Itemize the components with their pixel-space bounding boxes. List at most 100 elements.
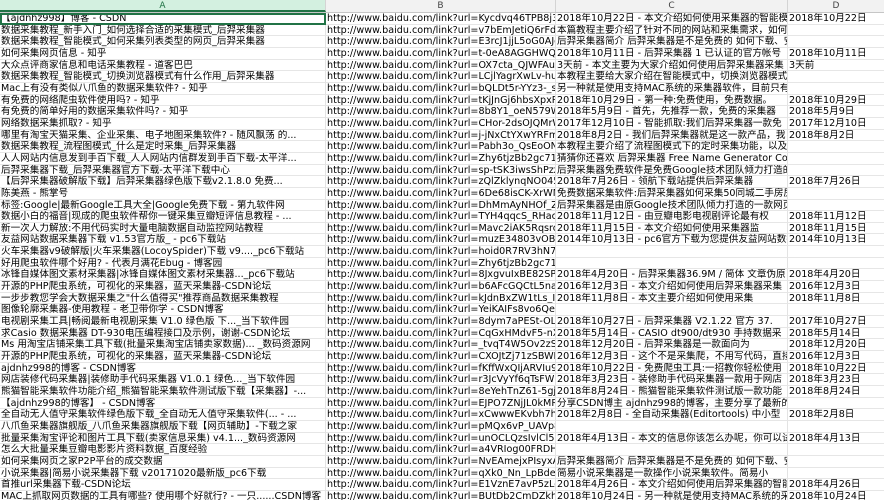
cell-date[interactable]: 2018年4月20日 (788, 269, 884, 282)
cell-title[interactable]: 人人网站内信息发到手百下载_人人网站内信群发到手百下载-太平洋... (0, 152, 326, 165)
cell-date[interactable] (788, 444, 884, 456)
cell-date[interactable] (788, 456, 884, 468)
cell-snippet[interactable]: 2018年11月12日 - 由豆瓣电影电视剧评论最有权 (556, 211, 788, 223)
cell-date[interactable]: 2018年10月29日 (788, 95, 884, 107)
cell-url[interactable]: http://www.baidu.com/link?url=r3JcVyYf6q… (326, 374, 556, 386)
cell-url[interactable]: http://www.baidu.com/link?url=v7bEmJetiQ… (326, 24, 556, 37)
cell-snippet[interactable]: 免费数据采集软件:后羿采集器如何采集50同城二手房房源 (556, 187, 788, 200)
cell-url[interactable]: http://www.baidu.com/link?url=CHor-2dsOJ… (326, 117, 556, 130)
cell-title[interactable]: 标签:Google|最新Google工具大全|Google免费下载 - 第九软件… (0, 199, 326, 212)
cell-date[interactable]: 2018年10月11日 (788, 48, 884, 60)
cell-date[interactable] (788, 83, 884, 95)
cell-snippet[interactable]: 2018年10月24日 - 另一种就是使用支持MAC系统的采集 (556, 490, 788, 500)
cell-url[interactable]: http://www.baidu.com/link?url=zQlZklynqN… (326, 176, 556, 188)
cell-title[interactable]: 求Casio 数据采集器 DT-930电压编程接口及示例，谢谢-CSDN论坛 (0, 327, 326, 340)
cell-url[interactable]: http://www.baidu.com/link?url=j-jNxCtYXw… (326, 129, 556, 142)
cell-url[interactable]: http://www.baidu.com/link?url=8b8Y1_oeN5… (326, 106, 556, 118)
cell-title[interactable]: 网店装修代码采集器|装修助手代码采集器 V1.0.1 绿色..._当下软件园 (0, 374, 326, 386)
cell-snippet[interactable]: 2018年3月23日 - 装修助手代码采集器一款用于网店 (556, 374, 788, 386)
cell-title[interactable]: 【ajdnhz998的博客】 - CSDN博客 (0, 397, 326, 410)
cell-date[interactable]: 2018年11月15日 (788, 223, 884, 235)
cell-url[interactable]: http://www.baidu.com/link?url=bQLDt5r-YY… (326, 82, 556, 95)
cell-title[interactable]: Ms 用淘宝店铺采集工具下载(批量采集淘宝店铺卖家数据)... _数码资源网 (0, 339, 326, 352)
cell-url[interactable]: http://www.baidu.com/link?url=a4VRIog00F… (326, 444, 556, 456)
cell-snippet[interactable]: 后羿采集器是由原Google技术团队倾力打造的一款网页数 (556, 199, 788, 212)
cell-title[interactable]: 后羿采集器下载_后羿采集器官方下载-太平洋下载中心 (0, 164, 326, 177)
column-header-d[interactable]: D (788, 0, 884, 12)
cell-url[interactable]: http://www.baidu.com/link?url=6De68isCK-… (326, 187, 556, 200)
cell-date[interactable] (788, 200, 884, 212)
column-header-b[interactable]: B (326, 0, 556, 12)
cell-date[interactable]: 2018年5月14日 (788, 328, 884, 340)
cell-title[interactable]: 图像轮廓采集器-使用教程 - 老卫带你学 - CSDN博客 (0, 304, 326, 317)
cell-url[interactable]: http://www.baidu.com/link?url=pMQx6vP_UA… (326, 420, 556, 433)
cell-snippet[interactable]: 2018年12月20日 - 后羿采集器是一款面向为 (556, 339, 788, 352)
cell-snippet[interactable]: 2016年12月3日 - 本文介绍如何使用后羿采集器采集 (556, 281, 788, 293)
cell-snippet[interactable]: 2018年11月8日 - 本文主要介绍如何使用采集 (556, 292, 788, 305)
cell-title[interactable]: 如何采集网页信息 - 知乎 (0, 47, 326, 60)
cell-snippet[interactable]: 2018年8月24日 - 熊猫智能采集软件测试版一款功能 (556, 386, 788, 398)
cell-snippet[interactable]: 本教程主要给大家介绍在智能模式中，切换浏览器模式的 (556, 71, 788, 83)
cell-url[interactable]: http://www.baidu.com/link?url=b6AFcGQCtL… (326, 281, 556, 293)
cell-snippet[interactable]: 后羿采集器简介 后羿采集器是不是免费的 如何下载、安 (556, 36, 788, 48)
cell-date[interactable]: 2018年8月2日 (788, 130, 884, 142)
cell-date[interactable] (788, 304, 884, 317)
cell-title[interactable]: 【后羿采集器破解版下载】后羿采集器绿色版下载v2.1.8.0 免费... (0, 176, 326, 188)
cell-snippet[interactable]: 猜猜你还喜欢 后羿采集器 Free Name Generator Co (556, 152, 788, 165)
cell-title[interactable]: 全自动无人值守采集软件绿色版下载_全自动无人值守采集软件(... - ... (0, 409, 326, 421)
cell-date[interactable] (788, 153, 884, 165)
cell-title[interactable]: 数据采集教程_流程图模式_什么是定时采集_后羿采集器 (0, 141, 326, 153)
cell-url[interactable]: http://www.baidu.com/link?url=muzE34803v… (326, 234, 556, 247)
cell-date[interactable] (788, 25, 884, 37)
cell-url[interactable]: http://www.baidu.com/link?url=_tvqT4W5Ov… (326, 339, 556, 352)
cell-snippet[interactable]: 2018年10月29日 - 第一种:免费使用，免费数据。 (556, 94, 788, 107)
cell-title[interactable]: 陈美燕 - 熊掌号 (0, 187, 326, 200)
cell-date[interactable]: 2018年10月22日 (788, 363, 884, 375)
cell-date[interactable]: 2018年2月8日 (788, 409, 884, 421)
cell-title[interactable]: 开源的PHP爬虫系统，可视化的采集器，蓝天采集器-CSDN论坛 (0, 351, 326, 363)
cell-date[interactable]: 2018年12月20日 (788, 339, 884, 352)
cell-title[interactable]: 友益网站数据采集器下载 v1.53官方版_ - pc6下载站 (0, 234, 326, 247)
cell-date[interactable]: 2018年11月8日 (788, 293, 884, 305)
cell-title[interactable]: 火车采集器v9破解版|火车采集器(LocoySpider)下载 v9...._p… (0, 246, 326, 258)
cell-title[interactable]: 电视剧采集工具|畅阅最新电视剧采集 V1.0 绿色版 下..._当下软件园 (0, 316, 326, 328)
cell-title[interactable]: 如何采集网页之家P2P平台的成交数据 (0, 455, 326, 468)
column-header-c[interactable]: C (556, 0, 788, 12)
cell-title[interactable]: 小说采集器|简易小说采集器下载 v20171020最新版_pc6下载 (0, 467, 326, 480)
cell-url[interactable]: http://www.baidu.com/link?url=qXk0_Nn_Lp… (326, 467, 556, 480)
cell-url[interactable]: http://www.baidu.com/link?url=DhMmAyNHOf… (326, 199, 556, 212)
cell-snippet[interactable]: 2018年5月9日 - 首先，先推荐一款，免费的采集器 (556, 106, 788, 118)
cell-date[interactable]: 2018年4月13日 (788, 433, 884, 445)
cell-date[interactable]: 2016年12月3日 (788, 281, 884, 293)
cell-snippet[interactable]: 3天前 - 本文主要为大家介绍如何使用后羿采集器采集 (556, 59, 788, 72)
cell-snippet[interactable]: 后羿采集器简介 后羿采集器是不是免费的 如何下载、安 (556, 455, 788, 468)
cell-date[interactable]: 2018年5月9日 (788, 106, 884, 118)
cell-snippet[interactable]: 2018年10月11日 - 后羿采集器 1 已认证的官方帐号 (556, 47, 788, 60)
cell-url[interactable]: http://www.baidu.com/link?url=hoid0R7RV3… (326, 246, 556, 258)
cell-snippet[interactable]: 2018年7月26日 - 领航下载站提供后羿采集器 (556, 176, 788, 188)
cell-snippet[interactable]: 简易小说采集器是一款操作小说采集软件。简易小 (556, 467, 788, 480)
cell-snippet[interactable]: 另一种就是使用支持MAC系统的采集器软件，目前只有后羿 (556, 82, 788, 95)
cell-snippet[interactable]: 2018年4月26日 - 本文介绍如何使用后羿采集器的智能 (556, 479, 788, 491)
cell-title[interactable]: Mac上有没有类似八爪鱼的数据采集软件? - 知乎 (0, 82, 326, 95)
cell-url[interactable]: http://www.baidu.com/link?url=Pabh3o_QsE… (326, 141, 556, 153)
column-header-a[interactable]: A (0, 0, 326, 12)
cell-date[interactable]: 3天前 (788, 60, 884, 72)
cell-title[interactable]: 批量采集淘宝评论和图片工具下载(卖家信息采集) v4.1..._数码资源网 (0, 432, 326, 445)
cell-title[interactable]: 首推url采集器下载-CSDN论坛 (0, 479, 326, 491)
cell-url[interactable]: http://www.baidu.com/link?url=xCwwwEKvbh… (326, 409, 556, 421)
cell-date[interactable]: 2018年3月23日 (788, 374, 884, 386)
cell-snippet[interactable]: 本教程主要介绍了流程图模式下的定时采集功能，以及如 (556, 141, 788, 153)
cell-date[interactable] (788, 398, 884, 410)
cell-url[interactable]: http://www.baidu.com/link?url=8eYehTnZ61… (326, 386, 556, 398)
cell-snippet[interactable]: 2018年10月22日 - 免费爬虫工具:一招教你轻松使用 (556, 362, 788, 375)
cell-url[interactable]: http://www.baidu.com/link?url=Zhy6tjzBb2… (326, 257, 556, 270)
cell-date[interactable]: 2014年10月13日 (788, 234, 884, 247)
cell-url[interactable]: http://www.baidu.com/link?url=Mavc2iAK5R… (326, 222, 556, 235)
cell-date[interactable]: 2018年7月26日 (788, 176, 884, 188)
cell-snippet[interactable]: 2018年10月27日 - 后羿采集器 V2.1.22 官方 37. (556, 316, 788, 328)
cell-title[interactable]: 数据采集教程_智能模式_切换浏览器模式有什么作用_后羿采集器 (0, 71, 326, 83)
cell-snippet[interactable] (556, 444, 788, 456)
cell-url[interactable]: http://www.baidu.com/link?url=t-0eA8AGGH… (326, 47, 556, 60)
cell-snippet[interactable]: 2014年10月13日 - pc6官方下载为您提供友益网站数据 (556, 234, 788, 247)
